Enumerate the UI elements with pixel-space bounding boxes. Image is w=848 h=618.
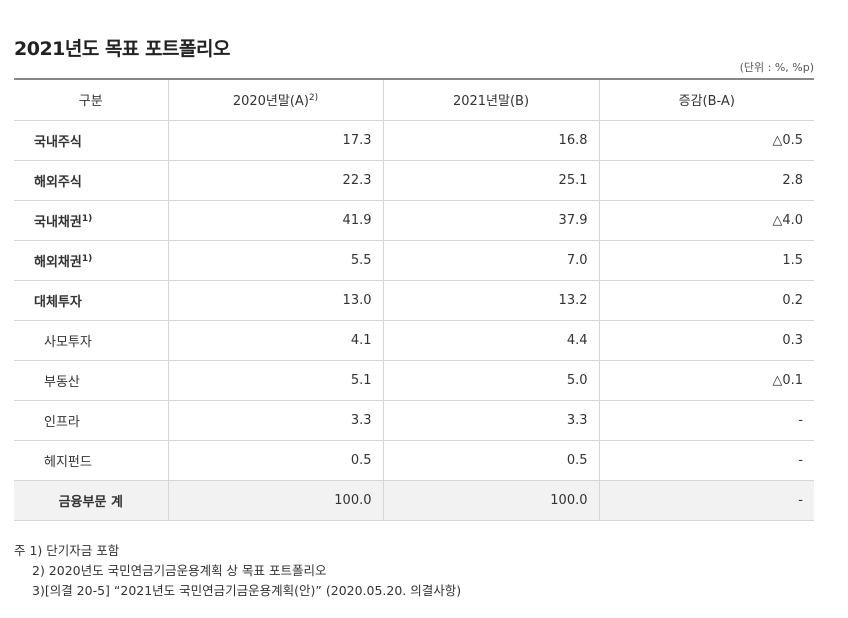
table-total-row: 금융부문 계 100.0 100.0 - <box>14 480 814 521</box>
table-row: 해외주식 22.3 25.1 2.8 <box>14 160 814 201</box>
page-title: 2021년도 목표 포트폴리오 <box>14 38 230 60</box>
footnote: 주 1) 단기자금 포함 <box>14 543 120 558</box>
row-label: 대체투자 <box>14 280 168 321</box>
header-category: 구분 <box>14 78 168 121</box>
cell-2021: 5.0 <box>382 360 599 401</box>
cell-2020: 17.3 <box>167 120 383 161</box>
total-diff: - <box>598 480 814 521</box>
cell-diff: △4.0 <box>598 200 814 241</box>
cell-2021: 3.3 <box>382 400 599 441</box>
cell-2021: 4.4 <box>382 320 599 361</box>
cell-2020: 4.1 <box>167 320 383 361</box>
row-label: 국내주식 <box>14 120 168 161</box>
table-row: 부동산 5.1 5.0 △0.1 <box>14 360 814 401</box>
row-label: 해외채권1) <box>14 240 168 281</box>
row-label: 해외주식 <box>14 160 168 201</box>
cell-diff: 1.5 <box>598 240 814 281</box>
header-2021: 2021년말(B) <box>382 78 599 121</box>
row-label: 부동산 <box>14 360 168 401</box>
cell-diff: 0.2 <box>598 280 814 321</box>
table-row: 국내주식 17.3 16.8 △0.5 <box>14 120 814 161</box>
unit-label: (단위 : %, %p) <box>739 61 814 74</box>
table-header-row: 구분 2020년말(A)2) 2021년말(B) 증감(B-A) <box>14 78 814 121</box>
cell-diff: 0.3 <box>598 320 814 361</box>
footnote: 3)[의결 20-5] “2021년도 국민연금기금운용계획(안)” (2020… <box>32 583 462 598</box>
cell-2020: 22.3 <box>167 160 383 201</box>
cell-2020: 13.0 <box>167 280 383 321</box>
row-label: 국내채권1) <box>14 200 168 241</box>
row-label: 헤지펀드 <box>14 440 168 481</box>
table-row: 인프라 3.3 3.3 - <box>14 400 814 441</box>
cell-2020: 3.3 <box>167 400 383 441</box>
cell-2020: 0.5 <box>167 440 383 481</box>
cell-diff: - <box>598 400 814 441</box>
table-row: 해외채권1) 5.5 7.0 1.5 <box>14 240 814 281</box>
table-row: 헤지펀드 0.5 0.5 - <box>14 440 814 481</box>
cell-diff: 2.8 <box>598 160 814 201</box>
cell-2021: 7.0 <box>382 240 599 281</box>
total-label: 금융부문 계 <box>14 480 168 521</box>
row-label: 인프라 <box>14 400 168 441</box>
cell-2021: 25.1 <box>382 160 599 201</box>
cell-2020: 5.5 <box>167 240 383 281</box>
footnote: 2) 2020년도 국민연금기금운용계획 상 목표 포트폴리오 <box>32 563 327 578</box>
cell-2021: 13.2 <box>382 280 599 321</box>
cell-2020: 41.9 <box>167 200 383 241</box>
table-row: 사모투자 4.1 4.4 0.3 <box>14 320 814 361</box>
cell-2020: 5.1 <box>167 360 383 401</box>
header-diff: 증감(B-A) <box>598 78 814 121</box>
cell-2021: 37.9 <box>382 200 599 241</box>
row-label: 사모투자 <box>14 320 168 361</box>
cell-diff: △0.1 <box>598 360 814 401</box>
table-row: 국내채권1) 41.9 37.9 △4.0 <box>14 200 814 241</box>
total-2020: 100.0 <box>167 480 383 521</box>
total-2021: 100.0 <box>382 480 599 521</box>
portfolio-table: 구분 2020년말(A)2) 2021년말(B) 증감(B-A) 국내주식 17… <box>14 78 814 521</box>
cell-diff: - <box>598 440 814 481</box>
header-2020: 2020년말(A)2) <box>167 78 383 121</box>
footnotes: 주 1) 단기자금 포함 2) 2020년도 국민연금기금운용계획 상 목표 포… <box>14 541 461 601</box>
cell-2021: 16.8 <box>382 120 599 161</box>
cell-diff: △0.5 <box>598 120 814 161</box>
table-row: 대체투자 13.0 13.2 0.2 <box>14 280 814 321</box>
cell-2021: 0.5 <box>382 440 599 481</box>
